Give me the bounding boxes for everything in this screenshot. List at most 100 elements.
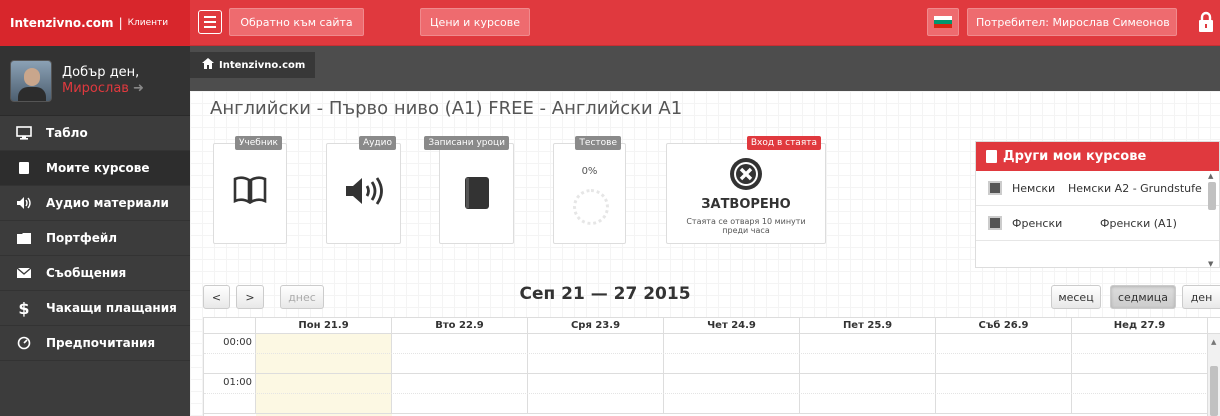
card-label: Учебник <box>234 136 282 150</box>
view-month-button[interactable]: месец <box>1051 285 1101 309</box>
calendar-body: 00:00 01:00 <box>204 334 1220 416</box>
card-label[interactable]: Вход в стаята <box>746 136 821 150</box>
time-slot-row[interactable]: 01:00 <box>204 374 1220 394</box>
sidebar-item-label: Аудио материали <box>46 196 169 210</box>
time-slot-row[interactable] <box>204 394 1220 414</box>
time-gutter-header <box>204 318 256 333</box>
user-menu-button[interactable]: Потребител: Мирослав Симеонов <box>967 8 1177 36</box>
open-book-icon <box>214 176 286 204</box>
course-language: Френски <box>1012 216 1063 230</box>
page-title: Английски - Първо ниво (A1) FREE - Англи… <box>210 98 683 119</box>
time-label: 01:00 <box>204 374 256 393</box>
scroll-down-icon[interactable]: ▼ <box>1208 260 1213 268</box>
calendar-title: Сеп 21 — 27 2015 <box>519 284 691 304</box>
sidebar-item-portfolio[interactable]: Портфейл <box>0 221 190 256</box>
day-header: Вто 22.9 <box>392 318 528 333</box>
sidebar-item-label: Табло <box>46 126 88 140</box>
dollar-icon: $ <box>18 298 30 318</box>
sidebar-item-dashboard[interactable]: Табло <box>0 116 190 151</box>
envelope-icon <box>12 267 36 279</box>
course-name: Френски (A1) <box>1100 216 1177 230</box>
scrollbar-thumb[interactable] <box>1210 366 1218 416</box>
book-icon <box>988 181 1002 195</box>
sidebar-item-my-courses[interactable]: Моите курсове <box>0 151 190 186</box>
card-label: Тестове <box>575 136 621 150</box>
calendar-header: Пон 21.9 Вто 22.9 Сря 23.9 Чет 24.9 Пет … <box>204 318 1220 334</box>
scrollbar[interactable]: ▲ ▼ <box>1207 172 1217 268</box>
brand-name: Intenzivno.com <box>10 16 114 30</box>
day-header: Пет 25.9 <box>800 318 936 333</box>
day-header: Сря 23.9 <box>528 318 664 333</box>
tests-card[interactable]: Тестове 0% <box>553 136 626 244</box>
tests-progress: 0% <box>581 166 598 177</box>
arrow-right-icon[interactable]: ➜ <box>133 81 144 96</box>
classroom-card[interactable]: Вход в стаята ЗАТВОРЕНО Стаята се отваря… <box>666 136 826 244</box>
sidebar-item-audio[interactable]: Аудио материали <box>0 186 190 221</box>
book-icon <box>988 216 1002 230</box>
day-header: Пон 21.9 <box>256 318 392 333</box>
sidebar-item-label: Съобщения <box>46 266 127 280</box>
sidebar-item-label: Предпочитания <box>46 336 156 350</box>
sidebar-item-preferences[interactable]: Предпочитания <box>0 326 190 361</box>
sidebar-item-label: Портфейл <box>46 231 118 245</box>
main-content: Английски - Първо ниво (A1) FREE - Англи… <box>190 91 1220 416</box>
list-item[interactable]: Немски Немски A2 - Grundstufe <box>976 171 1219 206</box>
brand-logo[interactable]: Intenzivno.com | Клиенти <box>0 0 190 46</box>
time-label: 00:00 <box>204 334 256 353</box>
course-name: Немски A2 - Grundstufe <box>1068 181 1202 195</box>
prices-courses-button[interactable]: Цени и курсове <box>420 8 530 36</box>
scroll-up-icon[interactable]: ▲ <box>1211 338 1216 346</box>
other-courses-panel: Други мои курсове Немски Немски A2 - Gru… <box>975 141 1220 268</box>
textbook-card[interactable]: Учебник <box>213 136 287 244</box>
day-header: Нед 27.9 <box>1072 318 1208 333</box>
book-icon <box>12 161 36 175</box>
time-slot-row[interactable] <box>204 354 1220 374</box>
breadcrumb[interactable]: Intenzivno.com <box>190 52 316 78</box>
lock-icon[interactable] <box>1196 11 1216 33</box>
volume-icon <box>327 176 400 206</box>
scroll-up-icon[interactable]: ▲ <box>1208 172 1213 180</box>
sidebar-item-label: Моите курсове <box>46 161 150 175</box>
course-language: Немски <box>1012 181 1056 195</box>
brand-subtitle: Клиенти <box>127 18 169 28</box>
greeting-text: Добър ден, <box>62 64 140 80</box>
sidebar: Добър ден, Мирослав ➜ Табло Моите курсове… <box>0 46 190 416</box>
view-day-button[interactable]: ден <box>1182 285 1220 309</box>
calendar-scrollbar[interactable]: ▲ <box>1207 334 1220 416</box>
list-item[interactable]: Френски Френски (A1) <box>976 206 1219 241</box>
other-courses-header: Други мои курсове <box>976 142 1219 171</box>
card-label: Записани уроци <box>424 136 509 150</box>
home-icon <box>202 58 214 72</box>
back-to-site-button[interactable]: Обратно към сайта <box>229 8 364 36</box>
language-button[interactable] <box>927 8 959 36</box>
user-first-name[interactable]: Мирослав <box>62 81 129 96</box>
card-label: Аудио <box>358 136 396 150</box>
user-profile: Добър ден, Мирослав ➜ <box>0 46 190 116</box>
book-icon <box>986 150 997 163</box>
recorded-lessons-card[interactable]: Записани уроци <box>424 136 514 244</box>
breadcrumb-home: Intenzivno.com <box>219 59 306 71</box>
brand-separator: | <box>118 16 123 30</box>
other-courses-title: Други мои курсове <box>1003 149 1147 164</box>
sidebar-item-messages[interactable]: Съобщения <box>0 256 190 291</box>
sidebar-item-label: Чакащи плащания <box>46 301 177 315</box>
folder-icon <box>12 231 36 245</box>
progress-spinner-icon <box>573 189 609 225</box>
scrollbar-thumb[interactable] <box>1208 182 1216 210</box>
monitor-icon <box>12 126 36 140</box>
greeting: Добър ден, Мирослав ➜ <box>62 65 144 97</box>
hamburger-menu-icon[interactable] <box>198 10 222 34</box>
gauge-icon <box>12 336 36 350</box>
close-circle-icon <box>667 156 825 192</box>
avatar[interactable] <box>10 59 52 102</box>
day-header: Съб 26.9 <box>936 318 1072 333</box>
sidebar-item-pending-payments[interactable]: $ Чакащи плащания <box>0 291 190 326</box>
room-note: Стаята се отваря 10 минути преди часа <box>686 217 806 235</box>
breadcrumb-bar: Intenzivno.com <box>190 46 1220 91</box>
time-slot-row[interactable]: 00:00 <box>204 334 1220 354</box>
speaker-icon <box>12 196 36 210</box>
audio-card[interactable]: Аудио <box>326 136 401 244</box>
calendar-grid: Пон 21.9 Вто 22.9 Сря 23.9 Чет 24.9 Пет … <box>203 317 1220 416</box>
day-header: Чет 24.9 <box>664 318 800 333</box>
view-week-button[interactable]: седмица <box>1110 285 1176 309</box>
